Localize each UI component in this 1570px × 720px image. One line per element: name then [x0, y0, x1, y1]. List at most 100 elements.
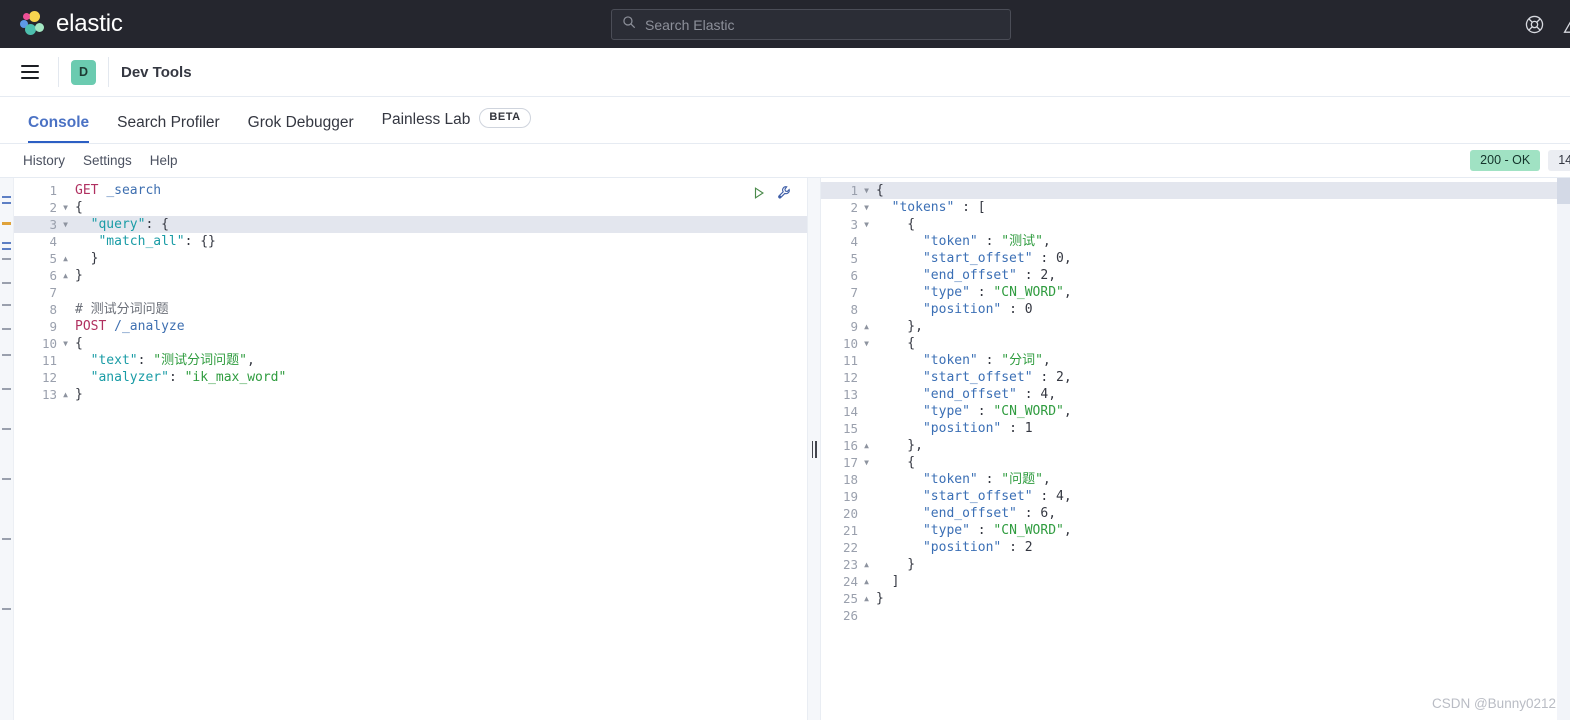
code-line[interactable]: 2 ▼ "tokens" : [: [821, 199, 1570, 216]
fold-toggle-icon[interactable]: ▼: [861, 335, 872, 352]
line-number: 9: [850, 319, 858, 334]
code-text: "token" : "测试",: [922, 234, 1051, 249]
fold-toggle-icon[interactable]: ▲: [861, 590, 872, 607]
line-number: 11: [842, 353, 858, 368]
code-line[interactable]: 10 ▼ {: [14, 335, 807, 352]
help-life-ring-icon[interactable]: [1524, 14, 1545, 35]
fold-toggle-icon[interactable]: ▼: [861, 182, 872, 199]
code-line[interactable]: 5 "start_offset" : 0,: [821, 250, 1570, 267]
code-line[interactable]: 26: [821, 607, 1570, 624]
code-text: "position" : 0: [922, 302, 1033, 317]
code-text: ]: [876, 574, 900, 589]
code-text: "start_offset" : 0,: [922, 251, 1072, 266]
code-line[interactable]: 5 ▲ }: [14, 250, 807, 267]
line-number: 7: [49, 285, 57, 300]
code-line[interactable]: 6 ▲}: [14, 267, 807, 284]
fold-toggle-icon[interactable]: ▼: [861, 199, 872, 216]
code-line[interactable]: 3 ▼ "query": {: [14, 216, 807, 233]
beta-badge: BETA: [479, 108, 531, 128]
tab-painless-lab[interactable]: Painless Lab BETA: [368, 108, 545, 143]
code-line[interactable]: 11 "token" : "分词",: [821, 352, 1570, 369]
code-line[interactable]: 16 ▲ },: [821, 437, 1570, 454]
code-line[interactable]: 12 "analyzer": "ik_max_word": [14, 369, 807, 386]
time-badge: 14 m: [1548, 150, 1570, 171]
line-number: 5: [850, 251, 858, 266]
app-bar: D Dev Tools: [0, 48, 1570, 97]
code-line[interactable]: 23 ▲ }: [821, 556, 1570, 573]
global-search[interactable]: Search Elastic: [611, 9, 1011, 40]
console-link-settings[interactable]: Settings: [74, 153, 141, 168]
code-line[interactable]: 9 ▲ },: [821, 318, 1570, 335]
wrench-icon[interactable]: [777, 185, 792, 200]
code-line[interactable]: 13 ▲}: [14, 386, 807, 403]
code-text: },: [876, 319, 923, 334]
response-status: 200 - OK 14 m: [1470, 144, 1570, 177]
fold-toggle-icon[interactable]: ▼: [861, 216, 872, 233]
tab-console[interactable]: Console: [14, 113, 103, 144]
code-line[interactable]: 1 ▼ {: [821, 182, 1570, 199]
fold-toggle-icon[interactable]: ▲: [60, 250, 71, 267]
response-scrollbar[interactable]: [1557, 178, 1570, 720]
code-line[interactable]: 12 "start_offset" : 2,: [821, 369, 1570, 386]
fold-toggle-icon[interactable]: ▼: [60, 335, 71, 352]
line-number: 8: [850, 302, 858, 317]
fold-toggle-icon[interactable]: ▲: [861, 437, 872, 454]
panel-drag-handle[interactable]: [807, 178, 821, 720]
code-line[interactable]: 17 ▼ {: [821, 454, 1570, 471]
request-minimap[interactable]: [0, 178, 14, 720]
code-line[interactable]: 6 "end_offset" : 2,: [821, 267, 1570, 284]
code-line[interactable]: 22 "position" : 2: [821, 539, 1570, 556]
code-line[interactable]: 11 "text": "测试分词问题",: [14, 352, 807, 369]
request-editor[interactable]: 1 GET _search 2 ▼{3 ▼ "query": {4 "match_all…: [14, 178, 807, 720]
elastic-brand[interactable]: elastic: [20, 10, 123, 38]
play-triangle-icon[interactable]: [752, 186, 766, 200]
fold-toggle-icon[interactable]: ▼: [861, 454, 872, 471]
tab-search-profiler[interactable]: Search Profiler: [103, 114, 234, 144]
code-text: }: [876, 591, 884, 606]
code-line[interactable]: 7 "type" : "CN_WORD",: [821, 284, 1570, 301]
code-text: }: [876, 557, 916, 572]
alert-triangle-icon[interactable]: [1563, 14, 1570, 35]
fold-toggle-icon[interactable]: ▼: [60, 216, 71, 233]
fold-toggle-icon[interactable]: ▼: [60, 199, 71, 216]
code-line[interactable]: 10 ▼ {: [821, 335, 1570, 352]
code-line[interactable]: 24 ▲ ]: [821, 573, 1570, 590]
code-line[interactable]: 4 "match_all": {}: [14, 233, 807, 250]
line-number: 16: [842, 438, 858, 453]
console-link-history[interactable]: History: [14, 153, 74, 168]
code-line[interactable]: 7: [14, 284, 807, 301]
code-line[interactable]: 4 "token" : "测试",: [821, 233, 1570, 250]
code-line[interactable]: 2 ▼ {: [14, 199, 807, 216]
divider: [58, 57, 59, 87]
tab-grok-debugger[interactable]: Grok Debugger: [234, 114, 368, 144]
search-input[interactable]: Search Elastic: [645, 17, 734, 33]
response-editor[interactable]: 1 ▼{2 ▼ "tokens" : [3 ▼ {4 "token" : "测试", 5…: [821, 178, 1570, 720]
code-line[interactable]: 3 ▼ {: [821, 216, 1570, 233]
code-line[interactable]: 20 "end_offset" : 6,: [821, 505, 1570, 522]
code-text: {: [876, 183, 884, 198]
code-line[interactable]: 15 "position" : 1: [821, 420, 1570, 437]
space-avatar[interactable]: D: [71, 59, 96, 85]
line-number: 4: [850, 234, 858, 249]
code-line[interactable]: 19 "start_offset" : 4,: [821, 488, 1570, 505]
code-line[interactable]: 8 # 测试分词问题: [14, 301, 807, 318]
code-line[interactable]: 21 "type" : "CN_WORD",: [821, 522, 1570, 539]
code-text: "position" : 1: [922, 421, 1033, 436]
code-line[interactable]: 8 "position" : 0: [821, 301, 1570, 318]
code-line[interactable]: 14 "type" : "CN_WORD",: [821, 403, 1570, 420]
code-line[interactable]: 1 GET _search: [14, 182, 807, 199]
fold-toggle-icon[interactable]: ▲: [861, 556, 872, 573]
console-link-help[interactable]: Help: [141, 153, 187, 168]
hamburger-menu-icon[interactable]: [14, 56, 46, 88]
tab-label: Console: [28, 113, 90, 131]
code-line[interactable]: 9 POST /_analyze: [14, 318, 807, 335]
code-line[interactable]: 18 "token" : "问题",: [821, 471, 1570, 488]
fold-toggle-icon[interactable]: ▲: [861, 318, 872, 335]
fold-toggle-icon[interactable]: ▲: [60, 386, 71, 403]
fold-toggle-icon[interactable]: ▲: [861, 573, 872, 590]
line-number: 8: [49, 302, 57, 317]
fold-toggle-icon[interactable]: ▲: [60, 267, 71, 284]
code-text: {: [876, 455, 916, 470]
code-line[interactable]: 25 ▲}: [821, 590, 1570, 607]
code-line[interactable]: 13 "end_offset" : 4,: [821, 386, 1570, 403]
